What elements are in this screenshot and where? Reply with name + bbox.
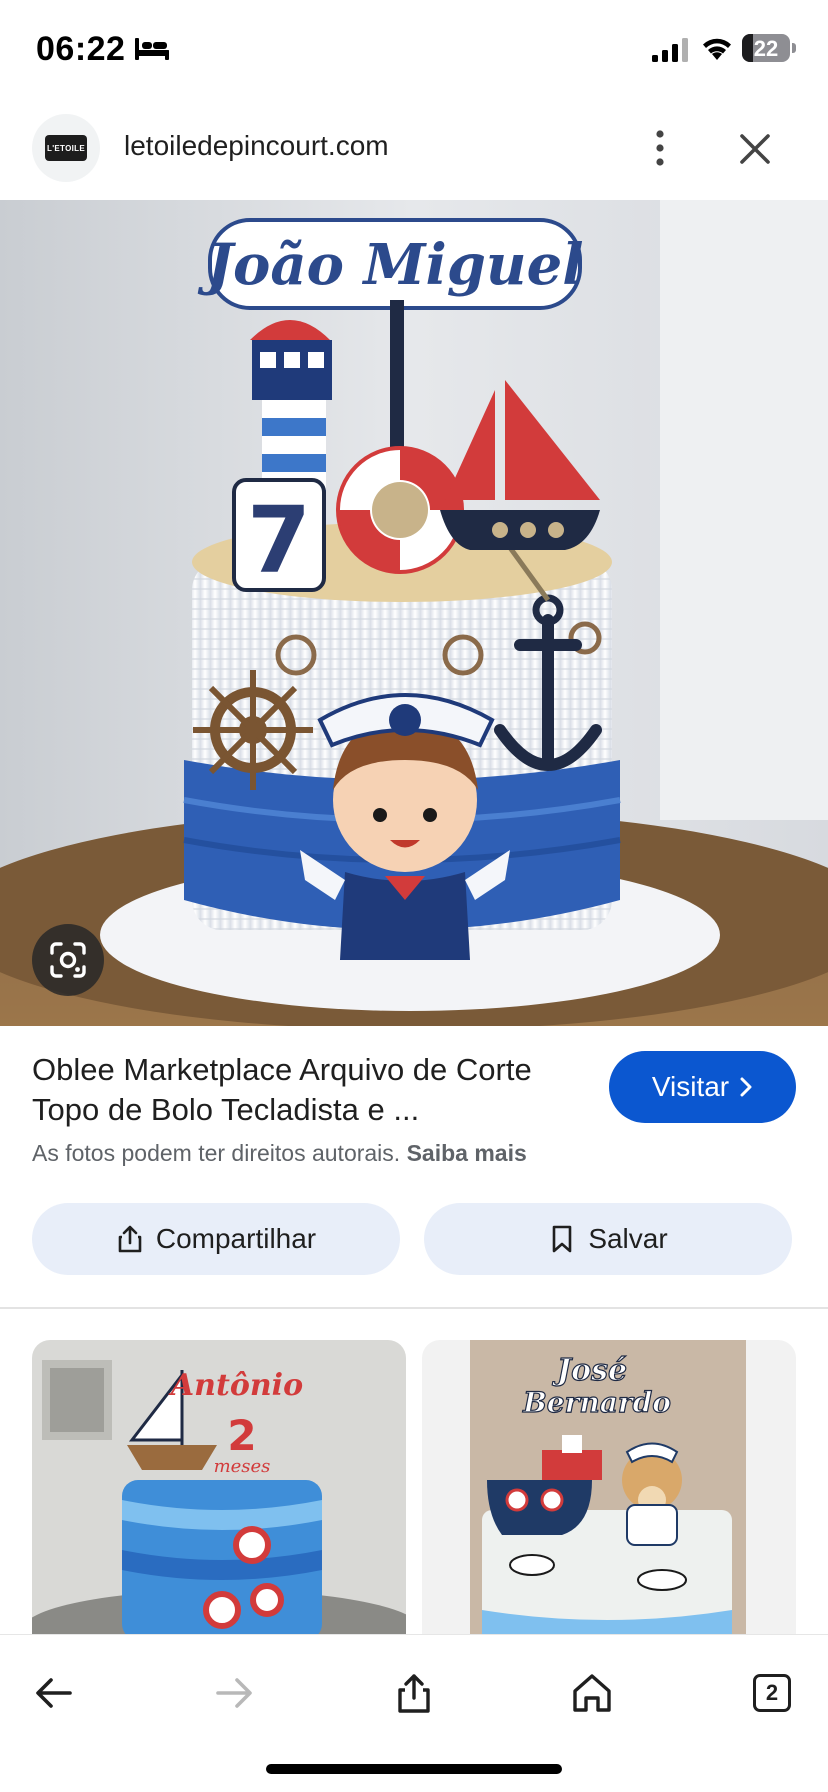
divider: [0, 1307, 828, 1309]
thumb2-topper-line2: Bernardo: [522, 1386, 671, 1419]
topper-name: João Miguel: [197, 232, 583, 298]
thumb1-topper: Antônio: [168, 1368, 303, 1403]
related-image-2[interactable]: José Bernardo: [422, 1340, 796, 1640]
save-label: Salvar: [588, 1223, 668, 1254]
close-icon[interactable]: [732, 126, 778, 172]
site-url[interactable]: letoiledepincourt.com: [124, 130, 389, 162]
related-cake-image-2: José Bernardo: [422, 1340, 796, 1640]
share-button[interactable]: Compartilhar: [32, 1203, 400, 1275]
cake-image: João Miguel 7: [0, 200, 828, 1026]
forward-arrow-icon: [216, 1678, 252, 1708]
related-image-1[interactable]: Antônio 2 meses: [32, 1340, 406, 1640]
back-button[interactable]: [26, 1665, 82, 1721]
result-title[interactable]: Oblee Marketplace Arquivo de Corte Topo …: [32, 1050, 592, 1130]
learn-more-link[interactable]: Saiba mais: [407, 1140, 527, 1166]
share-page-button[interactable]: [386, 1665, 442, 1721]
thumb2-topper-line1: José: [552, 1353, 627, 1388]
thumb1-age-unit: meses: [214, 1456, 271, 1477]
tab-count: 2: [765, 1680, 779, 1705]
home-icon: [573, 1674, 611, 1712]
battery-icon: 22: [742, 34, 790, 62]
share-icon: [398, 1674, 430, 1713]
wifi-icon: [703, 38, 731, 60]
status-bar: 06:22 22: [0, 0, 828, 100]
signal-icon: [652, 38, 688, 62]
tabs-icon: 2: [753, 1674, 791, 1712]
visit-button[interactable]: Visitar: [609, 1051, 796, 1123]
battery-text: 22: [753, 36, 779, 61]
bookmark-icon: [553, 1225, 572, 1253]
back-arrow-icon: [36, 1678, 72, 1708]
lens-icon: [50, 942, 86, 978]
site-logo-text: L'ETOILE: [45, 135, 87, 161]
bed-icon: [135, 38, 169, 60]
tabs-button[interactable]: 2: [744, 1665, 800, 1721]
home-indicator[interactable]: [266, 1764, 562, 1774]
forward-button[interactable]: [206, 1665, 262, 1721]
share-label: Compartilhar: [155, 1223, 317, 1254]
home-button[interactable]: [564, 1665, 620, 1721]
more-vert-icon[interactable]: [640, 126, 680, 170]
save-button[interactable]: Salvar: [424, 1203, 792, 1275]
site-logo[interactable]: L'ETOILE: [32, 114, 100, 182]
share-icon: [118, 1225, 142, 1253]
related-cake-image-1: Antônio 2 meses: [32, 1340, 406, 1640]
main-image[interactable]: João Miguel 7: [0, 200, 828, 1026]
chevron-right-icon: [740, 1077, 752, 1097]
status-time: 06:22: [36, 30, 126, 68]
source-header: L'ETOILE letoiledepincourt.com: [0, 100, 828, 200]
battery-tip: [792, 43, 796, 53]
copyright-text: As fotos podem ter direitos autorais.: [32, 1140, 401, 1166]
visit-label: Visitar: [651, 1071, 730, 1102]
topper-number: 7: [247, 487, 311, 594]
lens-button[interactable]: [32, 924, 104, 996]
copyright-notice: As fotos podem ter direitos autorais. Sa…: [32, 1140, 527, 1167]
thumb1-age: 2: [227, 1411, 256, 1460]
